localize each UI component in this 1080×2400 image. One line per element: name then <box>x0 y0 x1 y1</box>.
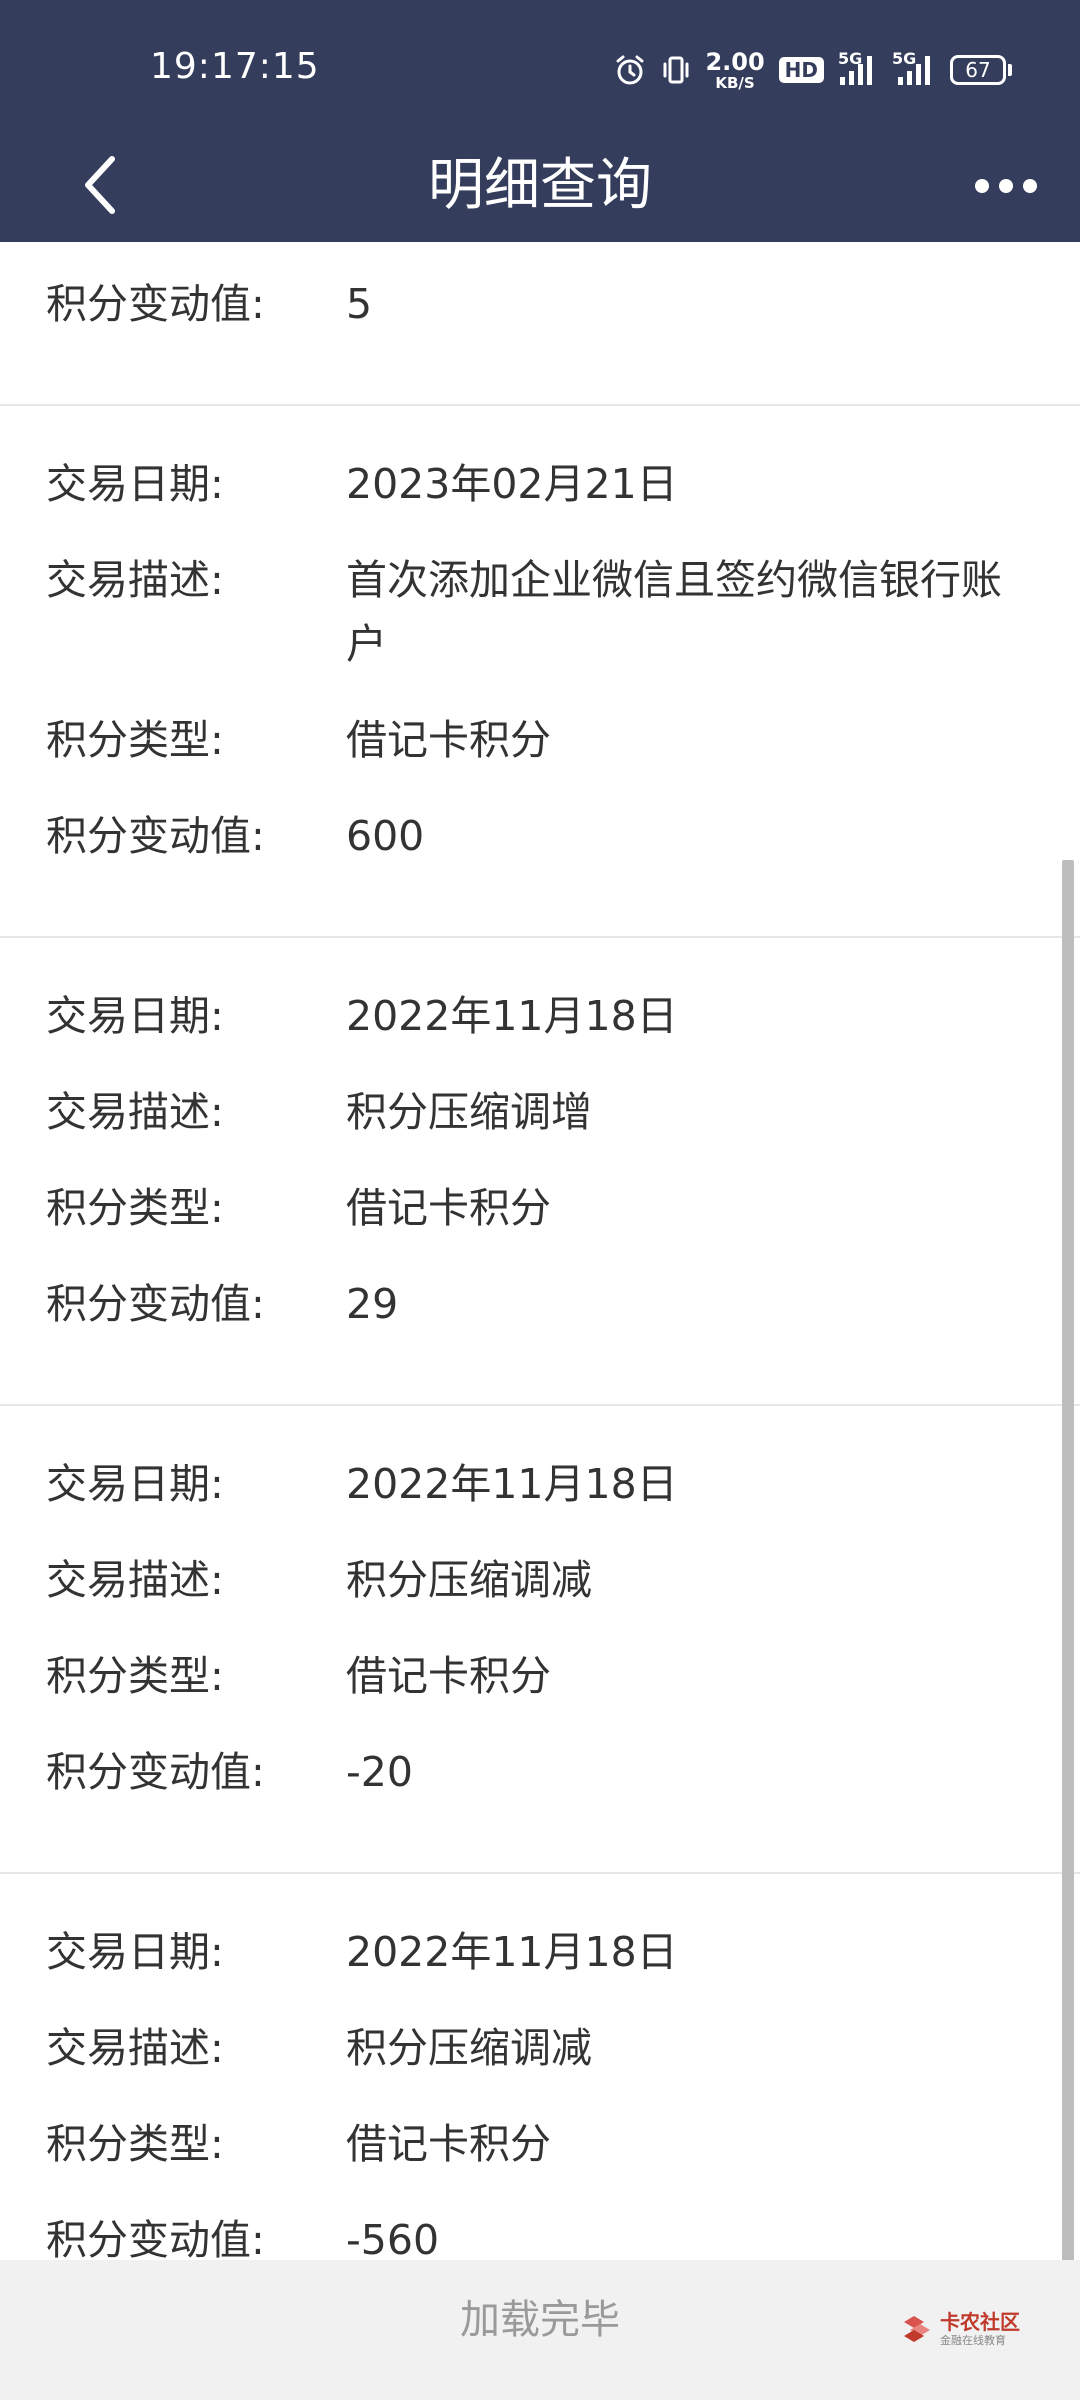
status-icons: 2.00 KB/S HD 5G 5G 67 <box>613 44 1012 96</box>
field-label: 积分变动值: <box>46 2216 265 2260</box>
field-label: 交易日期: <box>46 1460 224 1508</box>
field-label: 交易日期: <box>46 1928 224 1976</box>
network-speed: 2.00 KB/S <box>705 50 764 91</box>
record-row-type: 积分类型: 借记卡积分 <box>0 708 1080 804</box>
record-row-desc: 交易描述: 首次添加企业微信且签约微信银行账户 <box>0 548 1080 708</box>
record-row-change: 积分变动值: -20 <box>0 1740 1080 1836</box>
field-value: -20 <box>346 1748 413 1796</box>
scrollbar[interactable] <box>1062 860 1074 2400</box>
record-item: 交易日期: 2022年11月18日 交易描述: 积分压缩调增 积分类型: 借记卡… <box>0 938 1080 1406</box>
watermark-name: 卡农社区 <box>940 2310 1020 2334</box>
field-label: 积分变动值: <box>46 812 265 860</box>
sim2-network-label: 5G <box>892 49 917 68</box>
sim1-network-label: 5G <box>838 49 863 68</box>
field-value: 积分压缩调减 <box>346 1556 592 1604</box>
field-value: 积分压缩调减 <box>346 2024 592 2072</box>
field-value: 2022年11月18日 <box>346 1460 678 1508</box>
field-value: 借记卡积分 <box>346 1184 551 1232</box>
watermark-logo-icon <box>904 2316 930 2342</box>
vibrate-icon <box>661 53 691 87</box>
battery-icon: 67 <box>950 55 1012 85</box>
record-row-date: 交易日期: 2023年02月21日 <box>0 452 1080 548</box>
record-item: 交易日期: 2022年11月18日 交易描述: 积分压缩调减 积分类型: 借记卡… <box>0 1406 1080 1874</box>
record-item: 积分变动值: 5 <box>0 242 1080 406</box>
record-row-date: 交易日期: 2022年11月18日 <box>0 984 1080 1080</box>
more-options-button[interactable] <box>958 150 1054 222</box>
record-row-type: 积分类型: 借记卡积分 <box>0 1176 1080 1272</box>
field-label: 积分变动值: <box>46 280 265 328</box>
field-label: 积分类型: <box>46 1184 224 1232</box>
field-value: 600 <box>346 812 425 860</box>
record-row-type: 积分类型: 借记卡积分 <box>0 1644 1080 1740</box>
record-row-change: 积分变动值: 29 <box>0 1272 1080 1368</box>
field-value: 积分压缩调增 <box>346 1088 592 1136</box>
app-header: 19:17:15 2.00 KB/S HD 5G 5G 67 明细查询 <box>0 0 1080 242</box>
status-bar: 19:17:15 2.00 KB/S HD 5G 5G 67 <box>0 0 1080 130</box>
record-item: 交易日期: 2023年02月21日 交易描述: 首次添加企业微信且签约微信银行账… <box>0 406 1080 938</box>
more-dot-icon <box>999 179 1013 193</box>
record-row-change: 积分变动值: -560 <box>0 2208 1080 2260</box>
record-row-desc: 交易描述: 积分压缩调减 <box>0 2016 1080 2112</box>
status-time: 19:17:15 <box>150 46 320 87</box>
field-value: 首次添加企业微信且签约微信银行账户 <box>346 556 1002 668</box>
battery-tip <box>1008 64 1012 76</box>
record-item: 交易日期: 2022年11月18日 交易描述: 积分压缩调减 积分类型: 借记卡… <box>0 1874 1080 2260</box>
signal-sim1-icon: 5G <box>838 49 878 87</box>
record-row-date: 交易日期: 2022年11月18日 <box>0 1920 1080 2016</box>
hd-voice-badge: HD <box>778 57 824 83</box>
record-list[interactable]: 积分变动值: 5 交易日期: 2023年02月21日 交易描述: 首次添加企业微… <box>0 242 1080 2260</box>
field-value: 5 <box>346 280 373 328</box>
field-value: 2022年11月18日 <box>346 992 678 1040</box>
watermark-subtitle: 金融在线教育 <box>940 2334 1006 2347</box>
battery-level: 67 <box>950 55 1006 85</box>
network-speed-unit: KB/S <box>715 73 755 92</box>
more-dot-icon <box>975 179 989 193</box>
field-label: 积分变动值: <box>46 1280 265 1328</box>
field-label: 交易描述: <box>46 556 224 604</box>
network-speed-value: 2.00 <box>705 47 765 76</box>
field-value: 借记卡积分 <box>346 1652 551 1700</box>
field-label: 交易描述: <box>46 2024 224 2072</box>
record-row-date: 交易日期: 2022年11月18日 <box>0 1452 1080 1548</box>
field-label: 积分变动值: <box>46 1748 265 1796</box>
more-dot-icon <box>1023 179 1037 193</box>
field-value: 29 <box>346 1280 399 1328</box>
field-label: 积分类型: <box>46 2120 224 2168</box>
signal-sim2-icon: 5G <box>892 49 936 87</box>
field-label: 交易日期: <box>46 992 224 1040</box>
field-value: 借记卡积分 <box>346 2120 551 2168</box>
field-label: 交易日期: <box>46 460 224 508</box>
field-value: 2023年02月21日 <box>346 460 678 508</box>
field-value: -560 <box>346 2216 440 2260</box>
watermark: 卡农社区 金融在线教育 <box>900 2312 1020 2346</box>
record-row-desc: 交易描述: 积分压缩调减 <box>0 1548 1080 1644</box>
record-row-change: 积分变动值: 5 <box>0 272 1080 368</box>
nav-bar: 明细查询 <box>0 130 1080 242</box>
record-row-change: 积分变动值: 600 <box>0 804 1080 900</box>
chevron-left-icon <box>85 156 115 214</box>
field-value: 2022年11月18日 <box>346 1928 678 1976</box>
page-title: 明细查询 <box>428 153 652 218</box>
field-label: 积分类型: <box>46 1652 224 1700</box>
back-button[interactable] <box>60 140 140 230</box>
record-row-type: 积分类型: 借记卡积分 <box>0 2112 1080 2208</box>
field-label: 积分类型: <box>46 716 224 764</box>
field-label: 交易描述: <box>46 1088 224 1136</box>
field-label: 交易描述: <box>46 1556 224 1604</box>
record-row-desc: 交易描述: 积分压缩调增 <box>0 1080 1080 1176</box>
field-value: 借记卡积分 <box>346 716 551 764</box>
alarm-icon <box>613 53 647 87</box>
